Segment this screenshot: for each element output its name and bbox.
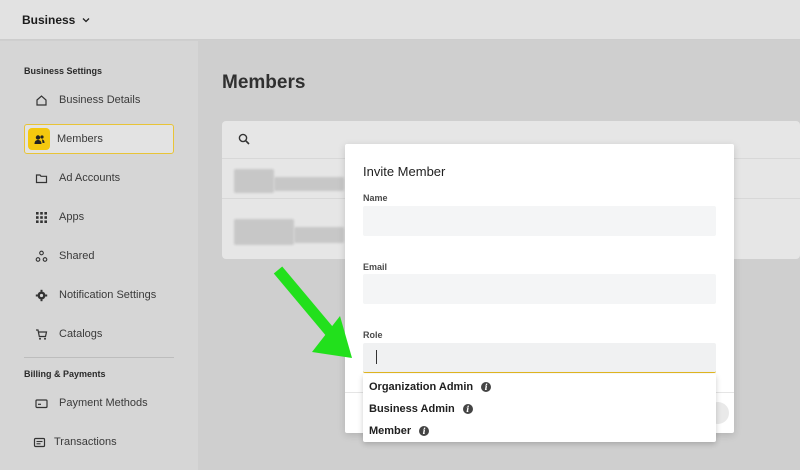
- sidebar-item-transactions[interactable]: Transactions: [24, 427, 174, 457]
- sidebar-item-label: Ad Accounts: [59, 172, 121, 184]
- redacted-block: [234, 219, 294, 245]
- sidebar-item-label: Transactions: [54, 436, 117, 448]
- role-option-member[interactable]: Member i: [369, 421, 430, 441]
- role-dropdown: Organization Admin i Business Admin i Me…: [363, 374, 716, 442]
- grid-icon: [30, 206, 52, 228]
- top-bar: Business: [0, 0, 800, 40]
- info-icon[interactable]: i: [481, 382, 492, 392]
- sidebar-item-label: Shared: [59, 250, 95, 262]
- sidebar-item-payment-methods[interactable]: Payment Methods: [24, 388, 174, 418]
- name-input[interactable]: [363, 206, 716, 236]
- business-settings-heading: Business Settings: [24, 66, 103, 76]
- chevron-down-icon: [82, 17, 90, 22]
- sidebar-item-notification-settings[interactable]: Notification Settings: [24, 280, 174, 310]
- role-option-label: Member: [369, 425, 412, 437]
- redacted-block: [294, 227, 344, 243]
- modal-title: Invite Member: [363, 164, 446, 179]
- email-input[interactable]: [363, 274, 716, 304]
- card-icon: [30, 392, 52, 414]
- sidebar-item-label: Payment Methods: [59, 397, 148, 409]
- role-option-business-admin[interactable]: Business Admin i: [369, 399, 473, 419]
- role-label: Role: [363, 330, 383, 340]
- sidebar-item-shared[interactable]: Shared: [24, 241, 174, 271]
- info-icon[interactable]: i: [462, 404, 473, 414]
- redacted-block: [234, 169, 274, 193]
- sidebar-item-business-details[interactable]: Business Details: [24, 85, 174, 115]
- billing-payments-heading: Billing & Payments: [24, 369, 106, 379]
- sidebar-item-label: Apps: [59, 211, 85, 223]
- sidebar-item-label: Notification Settings: [59, 289, 157, 301]
- search-icon: [238, 133, 250, 145]
- sidebar-item-label: Catalogs: [59, 328, 103, 340]
- page-title: Members: [222, 72, 306, 93]
- role-input[interactable]: [363, 343, 716, 373]
- info-icon[interactable]: i: [419, 426, 430, 436]
- sidebar-item-label: Members: [57, 133, 103, 145]
- business-switcher[interactable]: Business: [22, 13, 91, 27]
- role-option-label: Business Admin: [369, 403, 455, 415]
- sidebar-item-members[interactable]: Members: [24, 124, 174, 154]
- business-label: Business: [22, 12, 76, 27]
- home-icon: [30, 89, 52, 111]
- sidebar-item-apps[interactable]: Apps: [24, 202, 174, 232]
- receipt-icon: [28, 431, 50, 453]
- redacted-block: [274, 177, 344, 191]
- role-option-label: Organization Admin: [369, 381, 474, 393]
- sidebar-item-label: Business Details: [59, 94, 141, 106]
- text-cursor: [376, 350, 377, 364]
- sidebar-divider: [24, 357, 174, 358]
- role-option-organization-admin[interactable]: Organization Admin i: [369, 377, 492, 397]
- sidebar-item-catalogs[interactable]: Catalogs: [24, 319, 174, 349]
- sidebar: Business Settings Business Details Membe…: [0, 41, 198, 470]
- folder-icon: [30, 167, 52, 189]
- gear-icon: [30, 284, 52, 306]
- name-label: Name: [363, 193, 388, 203]
- sidebar-item-ad-accounts[interactable]: Ad Accounts: [24, 163, 174, 193]
- email-label: Email: [363, 262, 388, 272]
- share-icon: [30, 245, 52, 267]
- cart-icon: [30, 323, 52, 345]
- members-icon: [28, 128, 50, 150]
